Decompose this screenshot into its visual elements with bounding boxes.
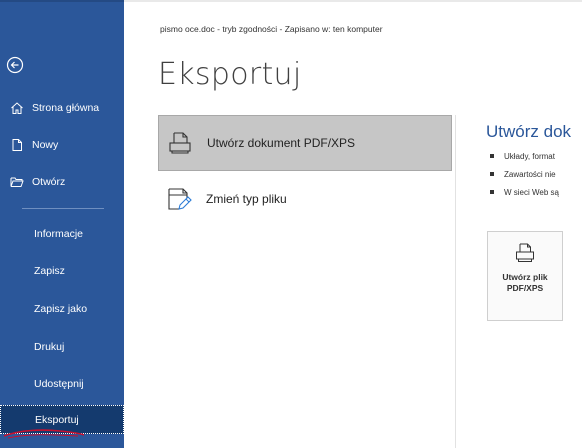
document-title: pismo oce.doc - tryb zgodności - Zapisan… — [160, 24, 383, 34]
option-create-pdf-xps[interactable]: Utwórz dokument PDF/XPS — [158, 115, 452, 171]
sidebar-item-open[interactable]: Otwórz — [0, 168, 124, 196]
sidebar-item-label: Informacje — [34, 228, 84, 240]
list-item: Zawartości nie — [490, 165, 559, 183]
sidebar-item-label: Eksportuj — [35, 413, 79, 426]
list-item: Układy, format — [490, 147, 559, 165]
list-item: W sieci Web są — [490, 183, 559, 201]
create-pdf-xps-button[interactable]: Utwórz plik PDF/XPS — [487, 231, 563, 321]
detail-title: Utwórz dok — [486, 122, 572, 141]
sidebar-divider — [22, 208, 104, 209]
sidebar-item-print[interactable]: Drukuj — [0, 332, 124, 362]
new-document-icon — [12, 139, 22, 151]
sidebar-top-edge — [0, 0, 124, 2]
page-title: Eksportuj — [158, 57, 302, 92]
option-label: Utwórz dokument PDF/XPS — [207, 136, 356, 150]
sidebar-item-label: Strona główna — [32, 102, 100, 114]
sidebar-item-new[interactable]: Nowy — [0, 131, 124, 159]
home-icon — [11, 102, 23, 114]
sidebar-item-label: Zapisz jako — [34, 303, 88, 315]
bullet-icon — [490, 190, 494, 194]
sidebar-item-label: Zapisz — [34, 265, 65, 277]
sidebar-item-label: Otwórz — [32, 176, 66, 188]
pdf-document-icon — [169, 132, 191, 154]
back-arrow-icon[interactable] — [6, 56, 24, 74]
sidebar-item-label: Drukuj — [34, 341, 65, 353]
bullet-icon — [490, 154, 494, 158]
panel-divider — [455, 115, 456, 448]
bullet-text: Układy, format — [504, 151, 555, 161]
detail-bullets: Układy, format Zawartości nie W sieci We… — [490, 147, 559, 201]
sidebar-item-save-as[interactable]: Zapisz jako — [0, 294, 124, 324]
bullet-icon — [490, 172, 494, 176]
option-label: Zmień typ pliku — [206, 192, 287, 206]
sidebar-item-home[interactable]: Strona główna — [0, 94, 124, 122]
bullet-text: W sieci Web są — [504, 187, 559, 197]
red-annotation-stroke — [3, 429, 85, 439]
button-label: Utwórz plik PDF/XPS — [502, 272, 548, 293]
title-bar: pismo oce.doc - tryb zgodności - Zapisan… — [124, 0, 582, 52]
backstage-sidebar: Strona główna Nowy Otwórz Informacje Zap… — [0, 0, 124, 448]
sidebar-item-info[interactable]: Informacje — [0, 219, 124, 249]
folder-open-icon — [10, 177, 24, 187]
option-change-file-type[interactable]: Zmień typ pliku — [158, 171, 452, 227]
sidebar-item-label: Udostępnij — [34, 378, 84, 390]
sidebar-item-save[interactable]: Zapisz — [0, 256, 124, 286]
sidebar-item-share[interactable]: Udostępnij — [0, 369, 124, 399]
bullet-text: Zawartości nie — [504, 169, 556, 179]
change-file-type-icon — [168, 188, 192, 210]
sidebar-item-label: Nowy — [32, 139, 59, 151]
pdf-document-icon — [516, 243, 534, 262]
